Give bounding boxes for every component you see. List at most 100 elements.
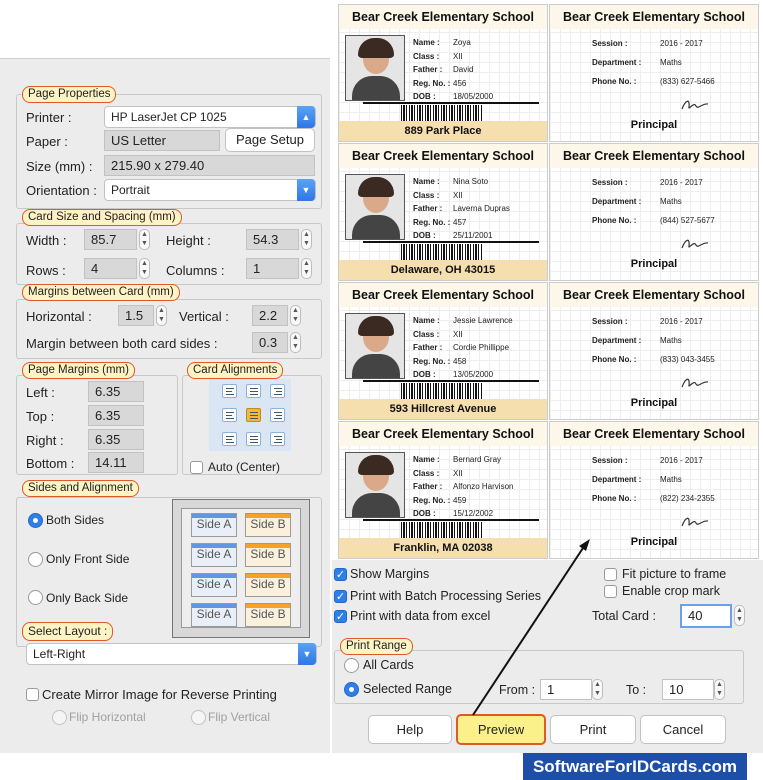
rows-stepper[interactable]: ▲ ▼ [139, 258, 150, 279]
alignment-grid [209, 379, 291, 451]
phone-value: (833) 043-3455 [660, 355, 715, 364]
both-sides-margin-label: Margin between both card sides : [26, 336, 218, 351]
right-margin-field[interactable]: 6.35 [88, 429, 144, 450]
options-panel: ✓ Show Margins ✓ Print with Batch Proces… [332, 560, 763, 753]
all-cards-radio[interactable] [344, 658, 359, 673]
school-name: Bear Creek Elementary School [550, 144, 758, 168]
student-address: Franklin, MA 02038 [339, 538, 547, 558]
phone-label: Phone No. : [592, 77, 637, 86]
align-bottom-right-button[interactable] [270, 432, 285, 446]
id-card-back: Bear Creek Elementary School Session : 20… [549, 4, 759, 142]
selected-range-radio[interactable] [344, 682, 359, 697]
vertical-field[interactable]: 2.2 [252, 305, 288, 326]
horizontal-stepper[interactable]: ▲ ▼ [156, 305, 167, 326]
school-name: Bear Creek Elementary School [550, 422, 758, 446]
department-value: Maths [660, 197, 682, 206]
total-card-stepper[interactable]: ▲ ▼ [734, 605, 745, 626]
page-properties-legend: Page Properties [22, 86, 117, 103]
principal-label: Principal [630, 119, 678, 131]
back-side-radio[interactable] [28, 590, 43, 605]
mirror-checkbox[interactable] [26, 688, 39, 701]
batch-processing-label: Print with Batch Processing Series [350, 589, 542, 603]
side-b-cell: Side B [245, 513, 291, 537]
align-top-center-button[interactable] [246, 384, 261, 398]
excel-checkbox[interactable]: ✓ [334, 610, 347, 623]
preview-button[interactable]: Preview [456, 714, 546, 745]
student-father: Cordie Phillippe [453, 343, 510, 352]
rows-field[interactable]: 4 [84, 258, 137, 279]
student-reg: 456 [453, 78, 467, 88]
chevron-down-icon: ▼ [298, 643, 316, 665]
both-sides-margin-field[interactable]: 0.3 [252, 332, 288, 353]
vertical-stepper[interactable]: ▲ ▼ [290, 305, 301, 326]
all-cards-label: All Cards [363, 658, 414, 672]
width-field[interactable]: 85.7 [84, 229, 137, 250]
help-button[interactable]: Help [368, 715, 452, 744]
principal-label: Principal [630, 397, 678, 409]
phone-label: Phone No. : [592, 216, 637, 225]
cancel-button[interactable]: Cancel [640, 715, 726, 744]
principal-label: Principal [630, 258, 678, 270]
watermark-text: SoftwareForIDCards.com [522, 753, 747, 780]
flip-horizontal-label: Flip Horizontal [69, 710, 146, 724]
sides-alignment-legend: Sides and Alignment [22, 480, 139, 497]
from-stepper[interactable]: ▲ ▼ [592, 679, 603, 700]
align-middle-left-button[interactable] [222, 408, 237, 422]
align-bottom-left-button[interactable] [222, 432, 237, 446]
layout-value: Left-Right [33, 647, 86, 661]
class-label: Class : [413, 51, 440, 61]
columns-stepper[interactable]: ▲ ▼ [301, 258, 312, 279]
department-value: Maths [660, 475, 682, 484]
name-label: Name : [413, 455, 440, 464]
printer-label: Printer : [26, 110, 72, 125]
columns-field[interactable]: 1 [246, 258, 299, 279]
printer-select[interactable]: HP LaserJet CP 1025 ▲ [104, 106, 316, 128]
align-middle-right-button[interactable] [270, 408, 285, 422]
fit-picture-checkbox[interactable] [604, 568, 617, 581]
flip-vertical-radio[interactable] [191, 710, 206, 725]
height-field[interactable]: 54.3 [246, 229, 299, 250]
side-b-cell: Side B [245, 603, 291, 627]
reg-label: Reg. No. : [413, 217, 451, 227]
show-margins-checkbox[interactable]: ✓ [334, 568, 347, 581]
signature-icon [681, 517, 709, 527]
total-card-field[interactable]: 40 [680, 604, 732, 628]
align-middle-center-button[interactable] [246, 408, 261, 422]
father-label: Father : [413, 65, 443, 74]
flip-horizontal-radio[interactable] [52, 710, 67, 725]
batch-processing-checkbox[interactable]: ✓ [334, 590, 347, 603]
both-sides-radio[interactable] [28, 513, 43, 528]
auto-center-checkbox[interactable] [190, 461, 203, 474]
print-preview-area: Bear Creek Elementary School Name : Zoya … [332, 0, 763, 560]
student-address: 593 Hillcrest Avenue [339, 399, 547, 419]
settings-panel: Page Properties Printer : HP LaserJet CP… [0, 58, 330, 753]
from-field[interactable]: 1 [540, 679, 592, 700]
to-stepper[interactable]: ▲ ▼ [714, 679, 725, 700]
crop-mark-checkbox[interactable] [604, 585, 617, 598]
print-button[interactable]: Print [550, 715, 636, 744]
horizontal-field[interactable]: 1.5 [118, 305, 154, 326]
chevron-down-icon: ▲ [297, 106, 315, 128]
watermark-bar: SoftwareForIDCards.com [0, 753, 763, 780]
name-label: Name : [413, 177, 440, 186]
page-setup-button[interactable]: Page Setup [225, 128, 315, 152]
bottom-margin-field[interactable]: 14.11 [88, 452, 144, 473]
left-margin-field[interactable]: 6.35 [88, 381, 144, 402]
orientation-select[interactable]: Portrait ▼ [104, 179, 316, 201]
printer-value: HP LaserJet CP 1025 [111, 110, 227, 124]
to-field[interactable]: 10 [662, 679, 714, 700]
align-bottom-center-button[interactable] [246, 432, 261, 446]
align-top-left-button[interactable] [222, 384, 237, 398]
student-father: Alfonzo Harvison [453, 482, 514, 491]
align-top-right-button[interactable] [270, 384, 285, 398]
width-stepper[interactable]: ▲ ▼ [139, 229, 150, 250]
height-stepper[interactable]: ▲ ▼ [301, 229, 312, 250]
layout-select[interactable]: Left-Right ▼ [26, 643, 317, 665]
divider-line [363, 519, 539, 521]
top-margin-field[interactable]: 6.35 [88, 405, 144, 426]
front-side-radio[interactable] [28, 552, 43, 567]
both-sides-margin-stepper[interactable]: ▲ ▼ [290, 332, 301, 353]
size-label: Size (mm) : [26, 159, 93, 174]
orientation-label: Orientation : [26, 183, 97, 198]
both-sides-label: Both Sides [46, 513, 105, 527]
